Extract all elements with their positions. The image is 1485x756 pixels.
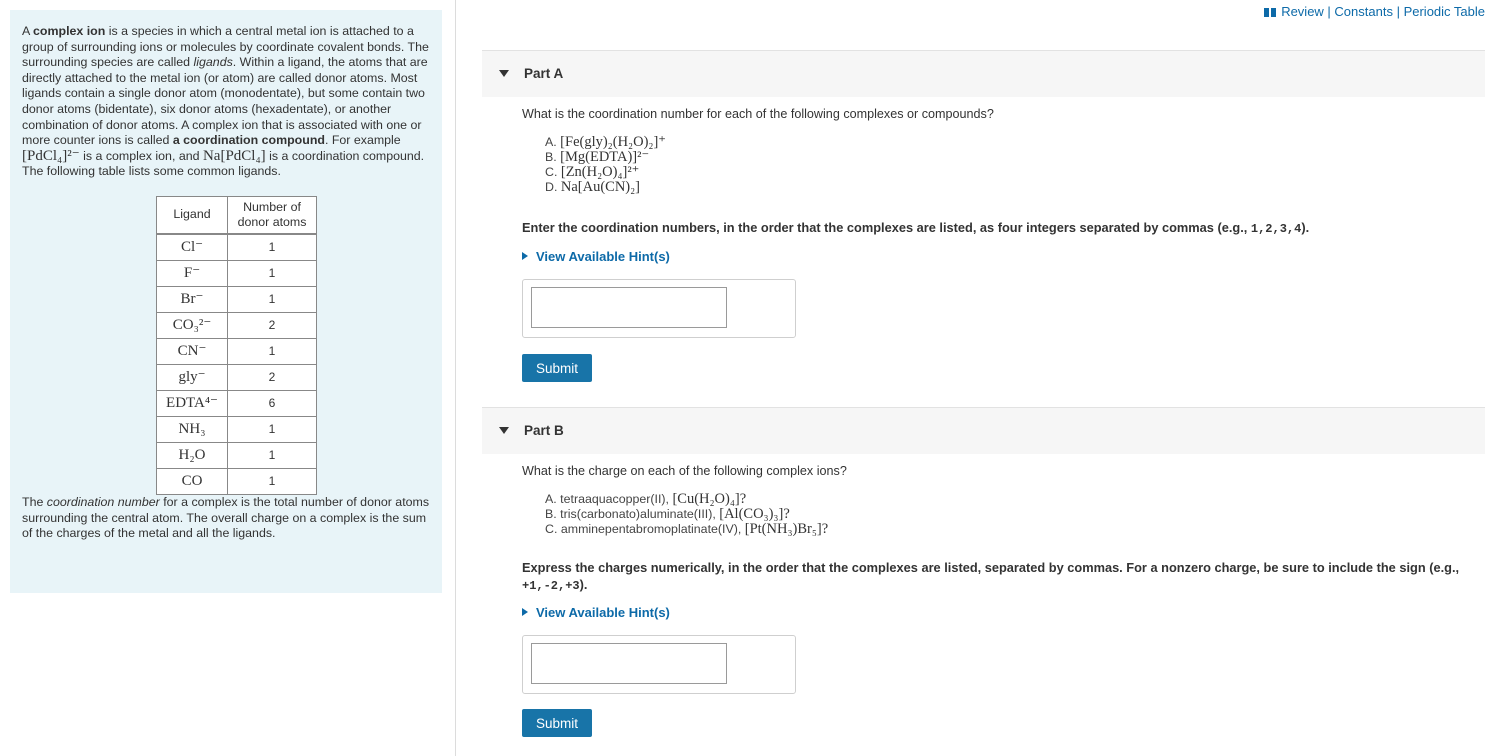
part-a-hint-link[interactable]: View Available Hint(s) xyxy=(522,249,670,264)
part-a-instructions: Enter the coordination numbers, in the o… xyxy=(522,220,1310,236)
example-complex-ion: [PdCl₄]²⁻ xyxy=(22,147,80,164)
ligand-cell: EDTA⁴⁻ xyxy=(156,389,228,417)
ligand-cell: Br⁻ xyxy=(156,285,228,313)
ligand-cell: Cl⁻ xyxy=(156,232,228,261)
ligand-cell: H₂O xyxy=(156,441,228,469)
review-link[interactable]: Review xyxy=(1281,4,1324,19)
table-row: Br⁻ 1 xyxy=(156,285,317,313)
part-b-header[interactable]: Part B xyxy=(482,407,1485,454)
part-b-answer-input[interactable] xyxy=(531,643,727,684)
hint-arrow-icon xyxy=(522,252,528,260)
term-coordination-number: coordination number xyxy=(46,494,160,509)
part-b-title: Part B xyxy=(524,423,564,438)
ligand-cell: CO xyxy=(156,467,228,495)
term-complex-ion: complex ion xyxy=(33,24,106,38)
term-ligands: ligands xyxy=(193,55,233,70)
part-a-answer-box xyxy=(522,279,796,338)
donor-atoms-header: Number of donor atoms xyxy=(227,195,317,235)
part-a-header[interactable]: Part A xyxy=(482,50,1485,97)
ligand-header: Ligand xyxy=(156,195,228,235)
ligand-cell: CN⁻ xyxy=(156,337,228,365)
term-coordination-compound: a coordination compound xyxy=(172,133,325,148)
part-b-hint-link[interactable]: View Available Hint(s) xyxy=(522,605,670,620)
list-item: B. [Mg(EDTA)]²⁻ xyxy=(545,149,650,165)
part-b-instructions: Express the charges numerically, in the … xyxy=(522,560,1460,593)
list-item: A. tetraaquacopper(II), [Cu(H₂O)₄]? xyxy=(545,491,747,507)
table-row: F⁻ 1 xyxy=(156,259,317,287)
part-b-submit-button[interactable]: Submit xyxy=(522,709,592,737)
donor-count-cell: 1 xyxy=(227,285,317,313)
part-a-submit-button[interactable]: Submit xyxy=(522,354,592,382)
part-a-question: What is the coordination number for each… xyxy=(522,107,994,121)
ligand-cell: F⁻ xyxy=(156,259,228,287)
panel-divider xyxy=(455,0,456,756)
donor-count-cell: 2 xyxy=(227,363,317,391)
book-icon xyxy=(1264,8,1277,17)
collapse-triangle-icon xyxy=(499,427,509,434)
ligand-cell: CO₃²⁻ xyxy=(156,311,228,339)
list-item: D. Na[Au(CN)₂] xyxy=(545,179,641,195)
table-row: H₂O 1 xyxy=(156,441,317,469)
constants-link[interactable]: Constants xyxy=(1334,4,1393,19)
list-item: C. amminepentabromoplatinate(IV), [Pt(NH… xyxy=(545,521,829,537)
coordination-number-paragraph: The coordination number for a complex is… xyxy=(22,494,430,541)
example-coordination-compound: Na[PdCl₄] xyxy=(202,147,266,164)
part-b-options: A. tetraaquacopper(II), [Cu(H₂O)₄]? B. t… xyxy=(545,492,828,537)
list-item: A. [Fe(gly)₂(H₂O)₂]⁺ xyxy=(545,134,666,150)
table-row: Cl⁻ 1 xyxy=(156,232,317,261)
list-item: B. tris(carbonato)aluminate(III), [Al(CO… xyxy=(545,506,790,522)
part-b-question: What is the charge on each of the follow… xyxy=(522,464,847,478)
donor-count-cell: 6 xyxy=(227,389,317,417)
part-a-answer-input[interactable] xyxy=(531,287,727,328)
table-row: CN⁻ 1 xyxy=(156,337,317,365)
table-row: NH₃ 1 xyxy=(156,415,317,443)
donor-count-cell: 1 xyxy=(227,441,317,469)
part-a-title: Part A xyxy=(524,66,564,81)
donor-count-cell: 1 xyxy=(227,467,317,495)
table-row: CO 1 xyxy=(156,467,317,495)
ligand-table: Ligand Number of donor atoms Cl⁻ 1 F⁻ 1 Br… xyxy=(156,195,317,495)
intro-panel: A complex ion is a species in which a ce… xyxy=(10,10,442,593)
donor-count-cell: 1 xyxy=(227,232,317,261)
periodic-table-link[interactable]: Periodic Table xyxy=(1404,4,1485,19)
donor-count-cell: 1 xyxy=(227,415,317,443)
collapse-triangle-icon xyxy=(499,70,509,77)
list-item: C. [Zn(H₂O)₄]²⁺ xyxy=(545,164,640,180)
ligand-cell: gly⁻ xyxy=(156,363,228,391)
ligand-cell: NH₃ xyxy=(156,415,228,443)
donor-count-cell: 1 xyxy=(227,337,317,365)
table-row: CO₃²⁻ 2 xyxy=(156,311,317,339)
part-b-answer-box xyxy=(522,635,796,694)
hint-arrow-icon xyxy=(522,608,528,616)
part-a-options: A. [Fe(gly)₂(H₂O)₂]⁺ B. [Mg(EDTA)]²⁻ C. … xyxy=(545,135,666,195)
donor-count-cell: 1 xyxy=(227,259,317,287)
intro-paragraph: A complex ion is a species in which a ce… xyxy=(22,24,429,179)
table-row: EDTA⁴⁻ 6 xyxy=(156,389,317,417)
table-row: gly⁻ 2 xyxy=(156,363,317,391)
resource-links: Review | Constants | Periodic Table xyxy=(1264,4,1485,19)
donor-count-cell: 2 xyxy=(227,311,317,339)
